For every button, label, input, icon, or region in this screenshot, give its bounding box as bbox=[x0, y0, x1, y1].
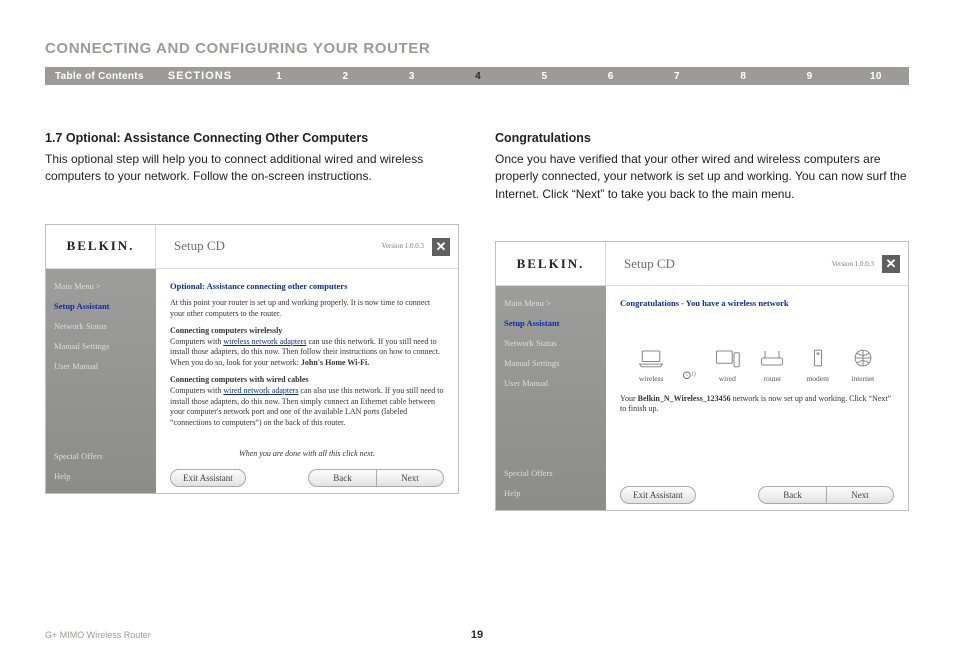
content-p1: At this point your router is set up and … bbox=[170, 298, 444, 320]
back-button[interactable]: Back bbox=[758, 486, 826, 504]
close-icon[interactable]: ✕ bbox=[882, 255, 900, 273]
section-5[interactable]: 5 bbox=[511, 67, 577, 85]
section-4[interactable]: 4 bbox=[445, 67, 511, 85]
sidebar-help[interactable]: Help bbox=[504, 488, 598, 498]
network-name: John's Home Wi-Fi. bbox=[301, 358, 369, 367]
sidebar-manual-settings[interactable]: Manual Settings bbox=[54, 341, 148, 351]
wireless-adapters-link[interactable]: wireless network adapters bbox=[223, 337, 306, 346]
sidebar-user-manual[interactable]: User Manual bbox=[54, 361, 148, 371]
device-label: wired bbox=[719, 374, 736, 384]
wireless-waves-icon: ⵙ⁾⁾ bbox=[682, 370, 696, 384]
sidebar-main-menu[interactable]: Main Menu > bbox=[504, 298, 598, 308]
section-6[interactable]: 6 bbox=[578, 67, 644, 85]
page-footer: G+ MIMO Wireless Router 19 bbox=[45, 630, 909, 640]
app-title: Setup CD bbox=[606, 242, 832, 285]
section-2[interactable]: 2 bbox=[312, 67, 378, 85]
section-nav: Table of Contents SECTIONS 1 2 3 4 5 6 7… bbox=[45, 67, 909, 85]
sidebar-user-manual[interactable]: User Manual bbox=[504, 378, 598, 388]
content-h3: Connecting computers with wired cables bbox=[170, 375, 309, 384]
sidebar-special-offers[interactable]: Special Offers bbox=[54, 451, 148, 461]
content-p2a: Computers with bbox=[170, 337, 223, 346]
version-label: Version 1.0.0.3 bbox=[382, 225, 430, 268]
section-10[interactable]: 10 bbox=[843, 67, 909, 85]
device-wired: wired bbox=[713, 346, 741, 384]
close-icon[interactable]: ✕ bbox=[432, 238, 450, 256]
section-9[interactable]: 9 bbox=[776, 67, 842, 85]
right-text: Once you have verified that your other w… bbox=[495, 151, 909, 203]
sidebar-setup-assistant[interactable]: Setup Assistant bbox=[54, 301, 148, 311]
sidebar-network-status[interactable]: Network Status bbox=[504, 338, 598, 348]
sidebar-special-offers[interactable]: Special Offers bbox=[504, 468, 598, 478]
brand-logo: BELKIN. bbox=[46, 225, 156, 268]
left-heading: 1.7 Optional: Assistance Connecting Othe… bbox=[45, 131, 459, 145]
content-pane-left: Optional: Assistance connecting other co… bbox=[156, 269, 458, 493]
section-3[interactable]: 3 bbox=[379, 67, 445, 85]
network-ssid: Belkin_N_Wireless_123456 bbox=[638, 394, 731, 403]
app-screenshot-right: BELKIN. Setup CD Version 1.0.0.3 ✕ Main … bbox=[495, 241, 909, 511]
exit-assistant-button[interactable]: Exit Assistant bbox=[170, 469, 246, 487]
device-router: router bbox=[758, 346, 786, 384]
page-number: 19 bbox=[45, 629, 909, 641]
exit-assistant-button[interactable]: Exit Assistant bbox=[620, 486, 696, 504]
laptop-icon bbox=[637, 346, 665, 370]
sidebar-network-status[interactable]: Network Status bbox=[54, 321, 148, 331]
toc-link[interactable]: Table of Contents bbox=[45, 67, 154, 85]
globe-icon bbox=[849, 346, 877, 370]
modem-icon bbox=[804, 346, 832, 370]
right-heading: Congratulations bbox=[495, 131, 909, 145]
page-title: CONNECTING AND CONFIGURING YOUR ROUTER bbox=[45, 40, 909, 57]
device-icons: wireless ⵙ⁾⁾ wired router bbox=[620, 330, 894, 384]
content-p3a: Computers with bbox=[170, 386, 223, 395]
next-button[interactable]: Next bbox=[826, 486, 894, 504]
brand-logo: BELKIN. bbox=[496, 242, 606, 285]
version-label: Version 1.0.0.3 bbox=[832, 242, 880, 285]
sidebar-main-menu[interactable]: Main Menu > bbox=[54, 281, 148, 291]
sidebar-manual-settings[interactable]: Manual Settings bbox=[504, 358, 598, 368]
device-modem: modem bbox=[804, 346, 832, 384]
section-1[interactable]: 1 bbox=[246, 67, 312, 85]
left-column: 1.7 Optional: Assistance Connecting Othe… bbox=[45, 131, 459, 511]
router-icon bbox=[758, 346, 786, 370]
sections-label: SECTIONS bbox=[154, 67, 246, 85]
back-button[interactable]: Back bbox=[308, 469, 376, 487]
content-title: Congratulations - You have a wireless ne… bbox=[620, 298, 894, 309]
content-note: When you are done with all this click ne… bbox=[170, 449, 444, 460]
desktop-icon bbox=[713, 346, 741, 370]
sidebar-help[interactable]: Help bbox=[54, 471, 148, 481]
device-wireless: wireless bbox=[637, 346, 665, 384]
congrats-message: Your Belkin_N_Wireless_123456 network is… bbox=[620, 394, 894, 416]
device-label: wireless bbox=[639, 374, 664, 384]
sidebar: Main Menu > Setup Assistant Network Stat… bbox=[496, 286, 606, 510]
section-7[interactable]: 7 bbox=[644, 67, 710, 85]
device-label: router bbox=[764, 374, 782, 384]
device-internet: internet bbox=[849, 346, 877, 384]
next-button[interactable]: Next bbox=[376, 469, 444, 487]
section-8[interactable]: 8 bbox=[710, 67, 776, 85]
device-label: modem bbox=[806, 374, 829, 384]
right-column: Congratulations Once you have verified t… bbox=[495, 131, 909, 511]
device-label: internet bbox=[851, 374, 874, 384]
wired-adapters-link[interactable]: wired network adapters bbox=[223, 386, 298, 395]
content-h2: Connecting computers wirelessly bbox=[170, 326, 282, 335]
left-text: This optional step will help you to conn… bbox=[45, 151, 459, 186]
sidebar: Main Menu > Setup Assistant Network Stat… bbox=[46, 269, 156, 493]
content-pane-right: Congratulations - You have a wireless ne… bbox=[606, 286, 908, 510]
app-screenshot-left: BELKIN. Setup CD Version 1.0.0.3 ✕ Main … bbox=[45, 224, 459, 494]
app-title: Setup CD bbox=[156, 225, 382, 268]
content-title: Optional: Assistance connecting other co… bbox=[170, 281, 444, 292]
sidebar-setup-assistant[interactable]: Setup Assistant bbox=[504, 318, 598, 328]
